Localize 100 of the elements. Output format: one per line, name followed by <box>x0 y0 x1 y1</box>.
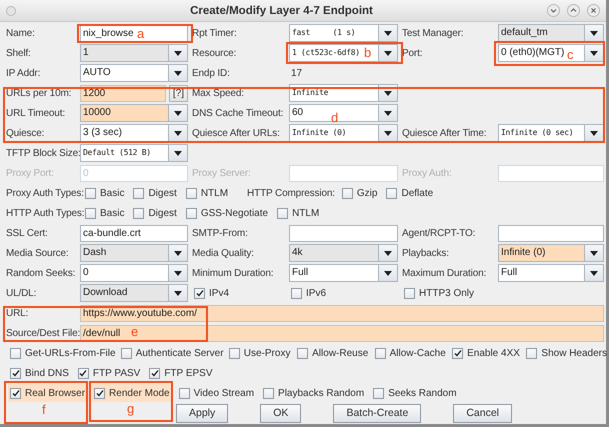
caret-icon <box>174 290 182 296</box>
checkbox[interactable]: GSS-Negotiate <box>184 204 270 222</box>
dropdown[interactable]: Infinite (0 sec) <box>498 124 604 142</box>
checkbox[interactable]: Authenticate Server <box>118 344 226 362</box>
field-label: Agent/RCPT-TO: <box>402 228 476 238</box>
minimize-icon[interactable] <box>547 4 560 17</box>
checkbox[interactable]: IPv4 <box>192 284 232 302</box>
dropdown[interactable]: 10000 <box>80 104 188 122</box>
checkbox[interactable]: Basic <box>83 204 126 222</box>
field-label: Port: <box>402 48 422 58</box>
checkmark-icon <box>12 389 20 397</box>
circle-icon[interactable] <box>6 6 16 16</box>
checkbox[interactable]: Real Browser <box>8 384 88 402</box>
dropdown[interactable]: fast (1 s) <box>289 24 398 42</box>
caret-icon <box>590 250 598 256</box>
maximize-icon[interactable] <box>567 4 580 17</box>
dropdown[interactable]: Default (512 B) <box>80 144 188 162</box>
caret-icon <box>384 90 392 96</box>
checkbox[interactable]: FTP PASV <box>76 364 142 382</box>
field-label: Proxy Port: <box>6 168 54 178</box>
checkbox[interactable]: Basic <box>83 184 126 202</box>
checkbox[interactable]: Allow-Cache <box>372 344 448 362</box>
field-label: Media Source: <box>6 248 69 258</box>
dropdown[interactable]: Download <box>80 284 188 302</box>
text-field[interactable] <box>289 224 398 242</box>
checkmark-icon <box>96 389 104 397</box>
annotation-label: c <box>567 48 574 62</box>
field-label: Shelf: <box>6 48 31 58</box>
checkmark-icon <box>150 369 159 377</box>
caret-icon <box>384 270 392 276</box>
dropdown[interactable]: 0 <box>80 264 188 282</box>
checkbox[interactable]: Use-Proxy <box>226 344 292 362</box>
field-label: Resource: <box>192 48 236 58</box>
caret-icon <box>174 130 182 136</box>
dialog-button[interactable]: Cancel <box>453 404 512 423</box>
checkbox[interactable]: NTLM <box>275 204 322 222</box>
field-label: Maximum Duration: <box>402 268 486 278</box>
dropdown[interactable]: default_tm <box>498 24 604 42</box>
field-label: Playbacks: <box>402 248 449 258</box>
checkmark-icon <box>79 369 88 377</box>
text-field[interactable] <box>498 224 604 242</box>
checkbox[interactable]: Render Mode <box>92 384 172 402</box>
field-label: UL/DL: <box>6 288 36 298</box>
field-label: Proxy Auth: <box>402 168 452 178</box>
dropdown[interactable]: Infinite (0) <box>289 124 398 142</box>
field-label: Max Speed: <box>192 88 244 98</box>
checkbox[interactable]: Bind DNS <box>8 364 71 382</box>
checkmark-icon <box>454 349 462 357</box>
checkbox[interactable]: Gzip <box>340 184 380 202</box>
annotation-label: b <box>364 46 372 60</box>
field-label: Source/Dest File: <box>6 328 80 338</box>
caret-icon <box>384 250 392 256</box>
checkmark-icon <box>12 369 20 377</box>
caret-icon <box>590 270 598 276</box>
caret-icon <box>590 130 598 136</box>
checkbox[interactable]: Playbacks Random <box>261 384 366 402</box>
field-label: DNS Cache Timeout: <box>192 108 284 118</box>
caret-icon <box>174 70 182 76</box>
dropdown[interactable]: 1 <box>80 44 188 62</box>
dialog-button[interactable]: Batch-Create <box>333 404 422 423</box>
dropdown[interactable]: Full <box>498 264 604 282</box>
checkbox[interactable]: Seeks Random <box>371 384 459 402</box>
dropdown[interactable]: 3 (3 sec) <box>80 124 188 142</box>
dialog-button[interactable]: OK <box>260 404 302 423</box>
dropdown[interactable]: 4k <box>289 244 398 262</box>
dropdown[interactable]: Dash <box>80 244 188 262</box>
text-field[interactable]: ca-bundle.crt <box>80 224 188 242</box>
checkbox[interactable]: Video Stream <box>176 384 256 402</box>
field-label: URLs per 10m: <box>6 88 72 98</box>
caret-icon <box>174 50 182 56</box>
dialog-button[interactable]: Apply <box>176 404 228 423</box>
checkbox[interactable]: Deflate <box>384 184 436 202</box>
caret-icon <box>384 110 392 116</box>
checkbox[interactable]: Digest <box>131 184 179 202</box>
field-label: HTTP Compression: <box>247 188 335 198</box>
text-field[interactable]: https://www.youtube.com/ <box>80 304 604 322</box>
field-label: Minimum Duration: <box>192 268 274 278</box>
checkbox[interactable]: IPv6 <box>289 284 328 302</box>
field-label: Random Seeks: <box>6 268 76 278</box>
checkbox[interactable]: Enable 4XX <box>450 344 522 362</box>
dropdown[interactable]: Full <box>289 264 398 282</box>
dropdown[interactable]: AUTO <box>80 64 188 82</box>
dropdown[interactable]: Infinite (0) <box>498 244 604 262</box>
annotation-label: f <box>42 403 46 417</box>
checkbox[interactable]: Show Headers <box>524 344 609 362</box>
window-title: Create/Modify Layer 4-7 Endpoint <box>189 4 374 16</box>
checkmark-icon <box>196 289 204 297</box>
annotation-label: e <box>131 324 138 338</box>
checkbox[interactable]: FTP EPSV <box>147 364 214 382</box>
checkbox[interactable]: HTTP3 Only <box>402 284 476 302</box>
field-label: Proxy Server: <box>192 168 251 178</box>
checkbox[interactable]: Allow-Reuse <box>295 344 370 362</box>
caret-icon <box>174 270 182 276</box>
checkbox[interactable]: Digest <box>131 204 179 222</box>
field-label: URL: <box>6 308 28 318</box>
close-icon[interactable] <box>587 4 600 17</box>
caret-icon <box>174 110 182 116</box>
checkbox[interactable]: Get-URLs-From-File <box>8 344 118 362</box>
caret-icon <box>590 30 598 36</box>
checkbox[interactable]: NTLM <box>184 184 230 202</box>
